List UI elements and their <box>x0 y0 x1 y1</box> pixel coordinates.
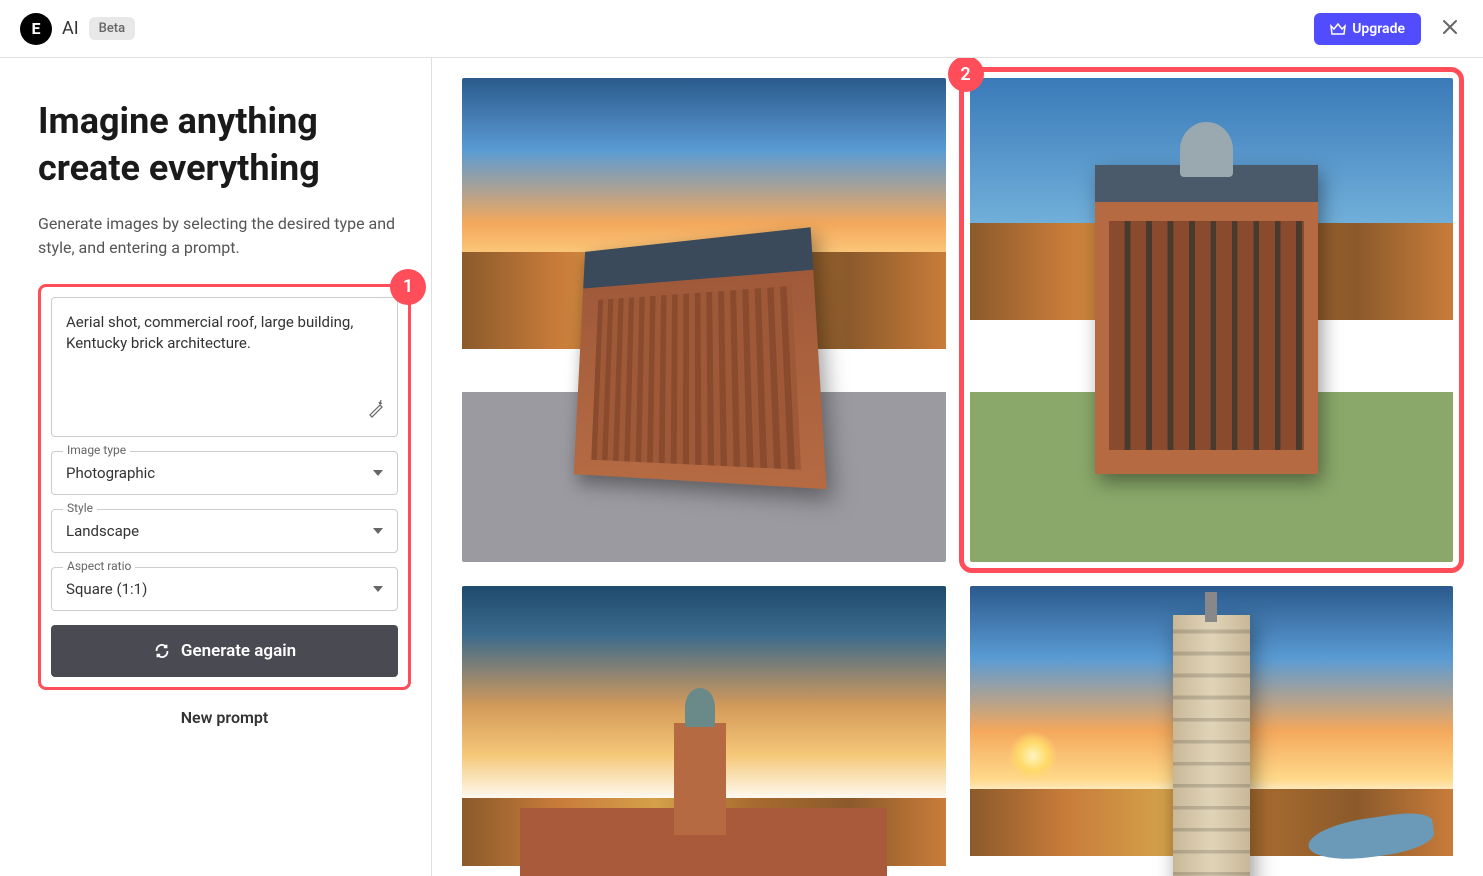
image-result-1[interactable] <box>462 78 946 562</box>
upgrade-label: Upgrade <box>1352 21 1405 37</box>
aspect-ratio-value: Square (1:1) <box>66 580 147 598</box>
generate-label: Generate again <box>181 641 296 661</box>
chevron-down-icon <box>373 470 383 476</box>
page-subtitle: Generate images by selecting the desired… <box>38 212 411 260</box>
image-type-select[interactable]: Image type Photographic <box>51 451 398 495</box>
beta-badge: Beta <box>89 17 136 40</box>
page-title: Imagine anything create everything <box>38 98 411 192</box>
header-right: Upgrade <box>1314 13 1463 45</box>
prompt-input[interactable]: Aerial shot, commercial roof, large buil… <box>51 297 398 437</box>
logo-icon: E <box>20 13 52 45</box>
refresh-icon <box>153 642 171 660</box>
header: E AI Beta Upgrade <box>0 0 1483 58</box>
chevron-down-icon <box>373 586 383 592</box>
form-panel: 1 Aerial shot, commercial roof, large bu… <box>38 284 411 690</box>
image-result-3[interactable] <box>462 586 946 876</box>
upgrade-button[interactable]: Upgrade <box>1314 13 1421 45</box>
image-type-value: Photographic <box>66 464 155 482</box>
sidebar: Imagine anything create everything Gener… <box>0 58 432 876</box>
main: Imagine anything create everything Gener… <box>0 58 1483 876</box>
logo-text: AI <box>62 18 79 39</box>
image-result-2[interactable]: 2 <box>970 78 1454 562</box>
annotation-badge-2: 2 <box>948 58 984 92</box>
aspect-ratio-select[interactable]: Aspect ratio Square (1:1) <box>51 567 398 611</box>
image-type-label: Image type <box>63 443 130 457</box>
close-icon <box>1441 18 1459 36</box>
image-result-4[interactable] <box>970 586 1454 876</box>
crown-icon <box>1330 22 1346 36</box>
chevron-down-icon <box>373 528 383 534</box>
aspect-ratio-label: Aspect ratio <box>63 559 135 573</box>
style-select[interactable]: Style Landscape <box>51 509 398 553</box>
prompt-text: Aerial shot, commercial roof, large buil… <box>66 313 353 352</box>
close-button[interactable] <box>1437 13 1463 45</box>
generate-again-button[interactable]: Generate again <box>51 625 398 677</box>
style-value: Landscape <box>66 522 139 540</box>
header-left: E AI Beta <box>20 13 135 45</box>
image-gallery: 2 <box>432 58 1483 876</box>
magic-wand-icon[interactable] <box>367 400 385 425</box>
style-label: Style <box>63 501 97 515</box>
annotation-badge-1: 1 <box>390 269 426 305</box>
new-prompt-button[interactable]: New prompt <box>38 708 411 727</box>
